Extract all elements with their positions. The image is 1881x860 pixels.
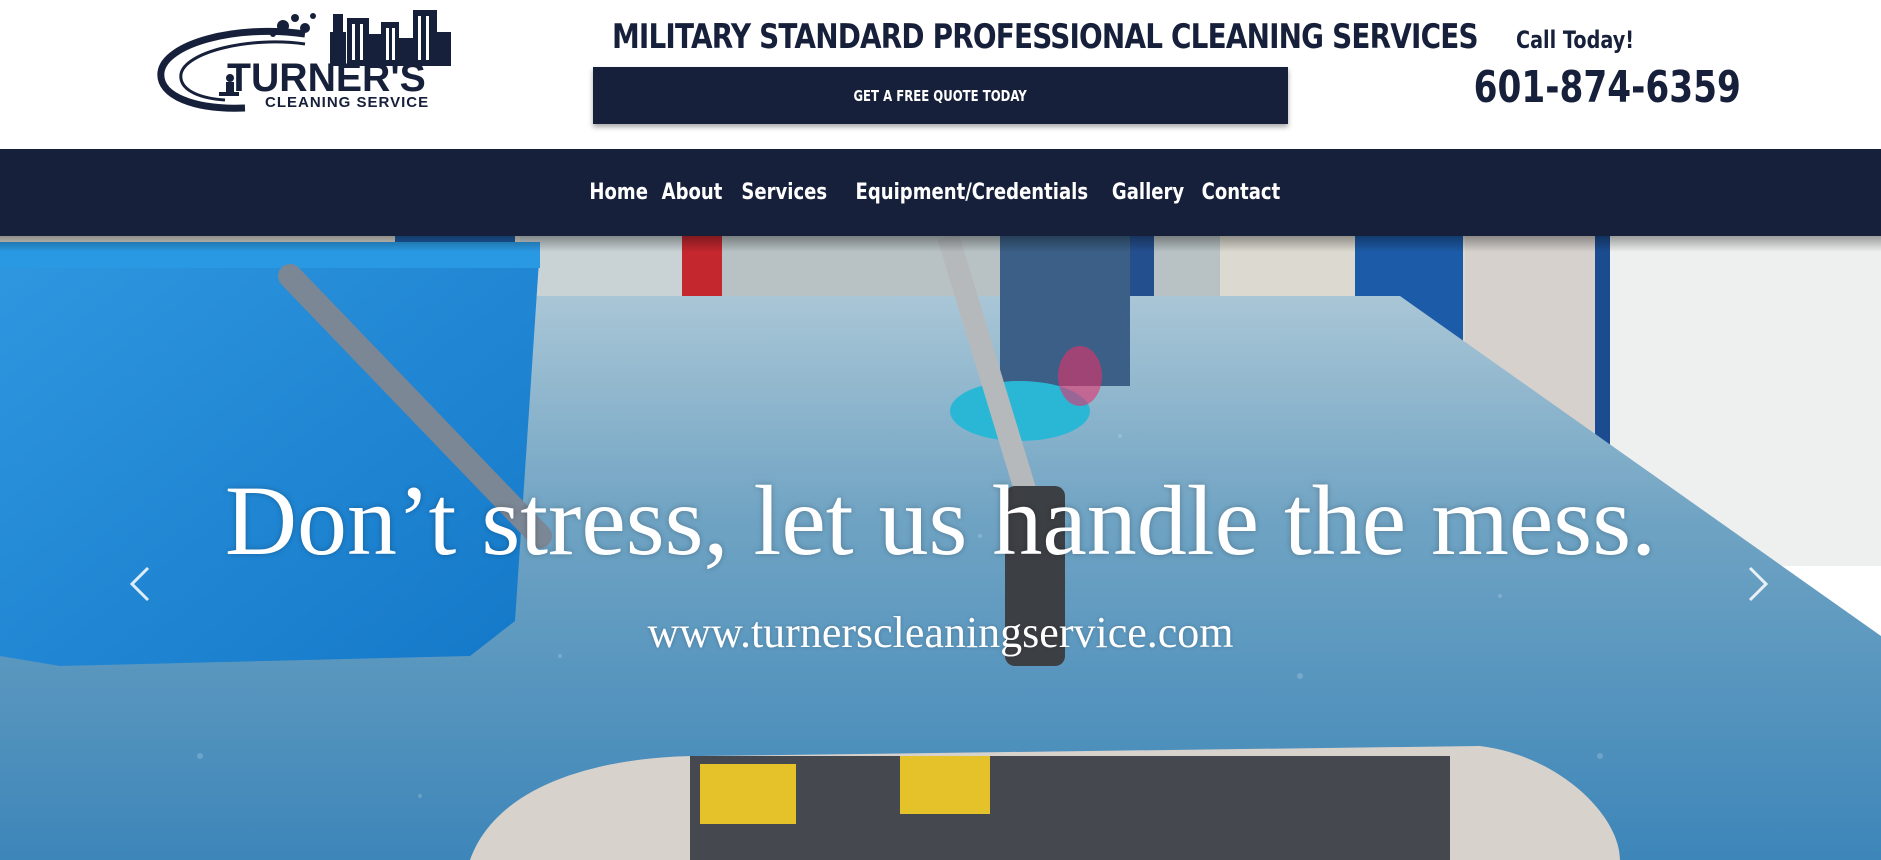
nav-item-gallery[interactable]: Gallery [1112, 180, 1184, 205]
nav-item-about[interactable]: About [662, 180, 723, 205]
logo-subtitle-text: CLEANING SERVICE [265, 94, 430, 111]
nav-item-equipment-credentials[interactable]: Equipment/Credentials [855, 180, 1088, 205]
slider-next-button[interactable] [1738, 554, 1778, 614]
company-logo[interactable]: TURNER'S CLEANING SERVICE [155, 4, 460, 116]
site-tagline: MILITARY STANDARD PROFESSIONAL CLEANING … [612, 17, 1479, 57]
hero-headline: Don’t stress, let us handle the mess. [224, 465, 1657, 576]
site-header: TURNER'S CLEANING SERVICE MILITARY STAND… [0, 0, 1881, 149]
nav-menu: Home About Services Equipment/Credential… [583, 180, 1285, 205]
main-navigation: Home About Services Equipment/Credential… [0, 149, 1881, 236]
free-quote-button-label: GET A FREE QUOTE TODAY [853, 86, 1028, 105]
chevron-left-icon [129, 566, 150, 602]
chevron-right-icon [1748, 566, 1769, 602]
nav-item-services[interactable]: Services [742, 180, 828, 205]
free-quote-button[interactable]: GET A FREE QUOTE TODAY [593, 67, 1288, 124]
call-today-label: Call Today! [1515, 26, 1634, 54]
logo-brand-text: TURNER'S [227, 56, 426, 100]
hero-slider: Don’t stress, let us handle the mess. ww… [0, 236, 1881, 860]
slider-prev-button[interactable] [120, 554, 160, 614]
hero-website-url: www.turnerscleaningservice.com [647, 608, 1234, 657]
nav-item-home[interactable]: Home [589, 180, 648, 205]
phone-number-link[interactable]: 601-874-6359 [1474, 62, 1741, 113]
hero-top-shadow [0, 236, 1881, 252]
nav-item-contact[interactable]: Contact [1202, 180, 1281, 205]
